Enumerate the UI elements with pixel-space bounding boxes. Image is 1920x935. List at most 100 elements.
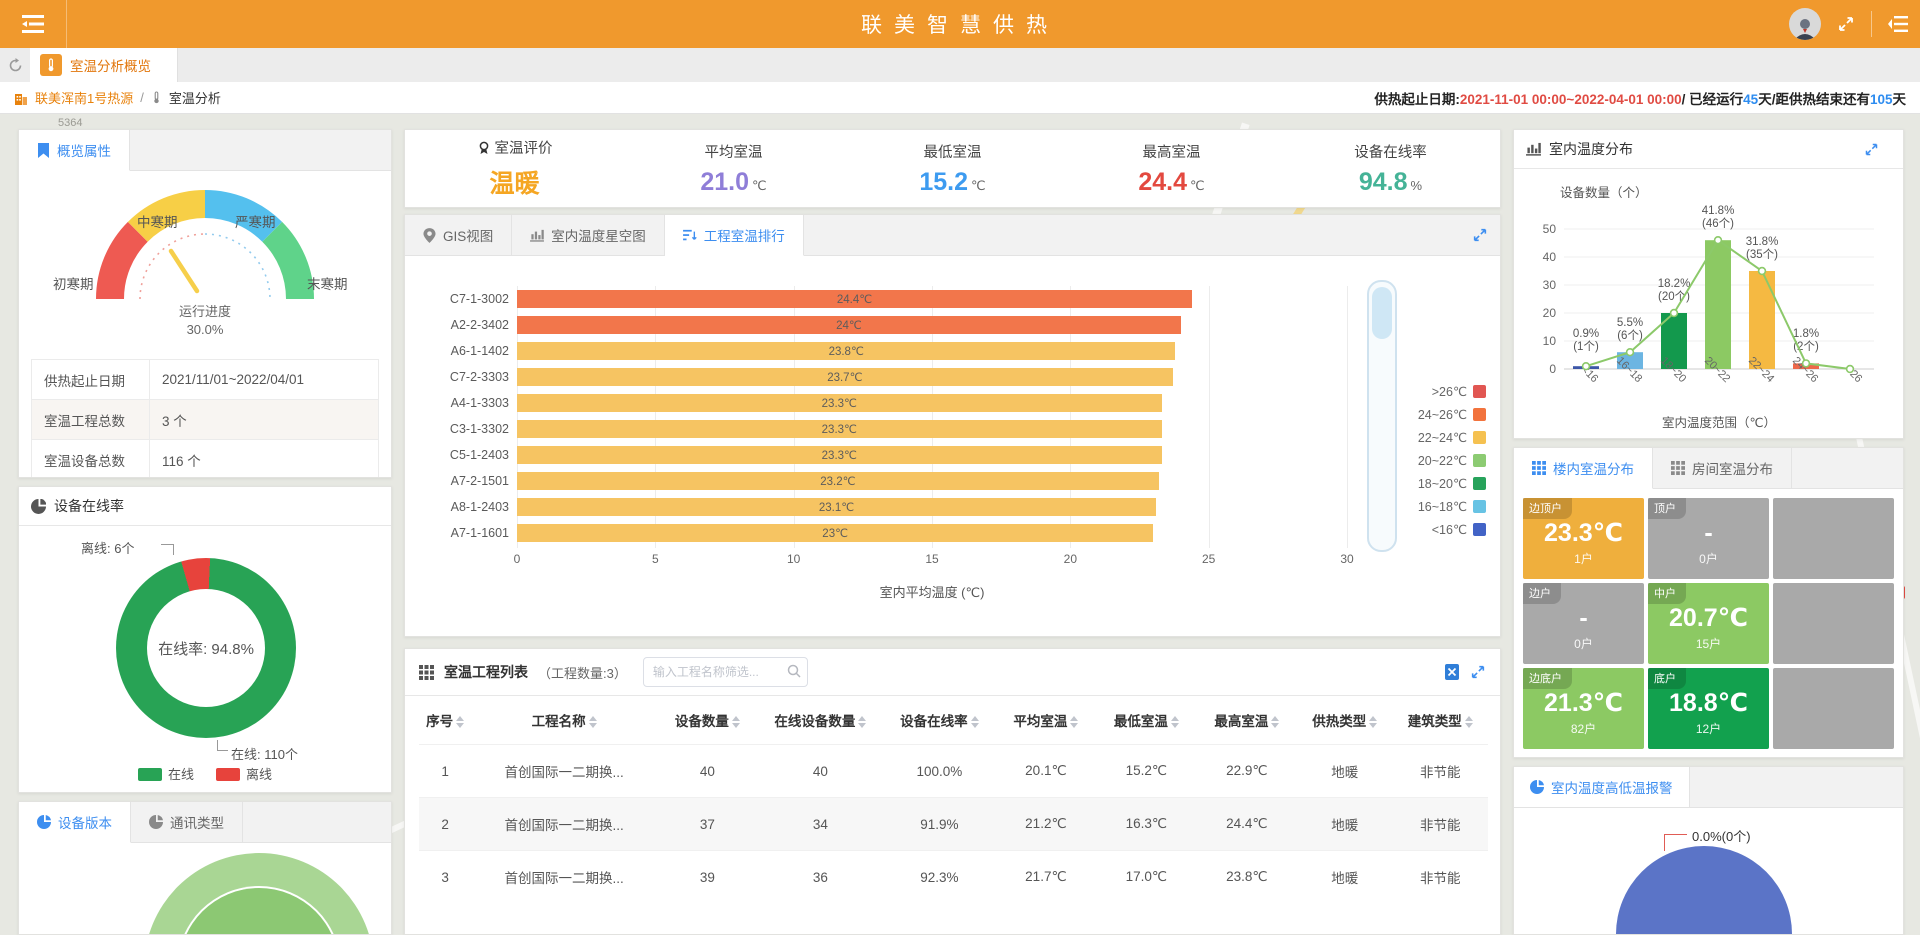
stats-bar: 室温评价温暖平均室温21.0℃最低室温15.2℃最高室温24.4℃设备在线率94… <box>404 129 1501 208</box>
column-header-设备在线率[interactable]: 设备在线率 <box>883 696 996 745</box>
excel-export-icon[interactable] <box>1444 664 1460 680</box>
refresh-button[interactable] <box>0 48 30 82</box>
gauge-center-text: 运行进度 30.0% <box>19 303 391 339</box>
column-header-工程名称[interactable]: 工程名称 <box>471 696 657 745</box>
temp-bar: 23.3℃ <box>517 420 1162 438</box>
column-header-供热类型[interactable]: 供热类型 <box>1297 696 1392 745</box>
column-header-平均室温[interactable]: 平均室温 <box>996 696 1096 745</box>
axis-tick: 0 <box>514 552 521 566</box>
cell-tag: 边底户 <box>1523 668 1572 689</box>
fullscreen-icon[interactable] <box>1837 15 1855 33</box>
cell-temperature: 23.3℃ <box>1544 518 1623 548</box>
sort-caret-icon[interactable] <box>1271 716 1279 728</box>
breadcrumb: 联美浑南1号热源 / 室温分析 供热起止日期:2021-11-01 00:00~… <box>0 82 1920 114</box>
cell-tag: 底户 <box>1648 668 1686 689</box>
sort-caret-icon[interactable] <box>456 716 464 728</box>
tab-label: 室内温度星空图 <box>551 225 646 245</box>
ranking-icon <box>683 229 697 242</box>
table-row: 1首创国际一二期换...4040100.0%20.1℃15.2℃22.9℃地暖非… <box>419 745 1488 798</box>
column-header-建筑类型[interactable]: 建筑类型 <box>1393 696 1489 745</box>
ranking-x-axis: 051015202530 <box>517 552 1347 568</box>
bar-category-label: A6-1-1402 <box>409 338 509 364</box>
stat-label: 室温评价 <box>405 137 624 158</box>
sort-caret-icon[interactable] <box>1171 716 1179 728</box>
sort-caret-icon[interactable] <box>858 716 866 728</box>
bar-category-label: C7-2-3303 <box>409 364 509 390</box>
heating-date-range: 2021-11-01 00:00~2022-04-01 00:00 <box>1460 92 1682 107</box>
column-header-最低室温[interactable]: 最低室温 <box>1096 696 1196 745</box>
bar-row: 23.1℃ <box>517 494 1347 520</box>
column-header-最高室温[interactable]: 最高室温 <box>1197 696 1297 745</box>
project-name-link[interactable]: 首创国际一二期换... <box>471 851 657 904</box>
pie-chart-icon <box>31 499 46 514</box>
expand-icon[interactable] <box>1470 664 1486 680</box>
building-temp-panel: 楼内室温分布 房间室温分布 边顶户23.3℃1户顶户-0户边户-0户中户20.7… <box>1513 447 1904 758</box>
table-cell: 非节能 <box>1393 798 1489 851</box>
tab-room-temp-overview[interactable]: 室温分析概览 <box>30 48 178 82</box>
sort-caret-icon[interactable] <box>971 716 979 728</box>
days-left: 105 <box>1870 92 1893 107</box>
column-header-序号[interactable]: 序号 <box>419 696 471 745</box>
tab-label: 通讯类型 <box>170 812 224 832</box>
svg-text:0.9%: 0.9% <box>1573 328 1599 340</box>
building-cell-empty <box>1773 668 1894 749</box>
sort-caret-icon[interactable] <box>1070 716 1078 728</box>
tab-device-version[interactable]: 设备版本 <box>19 802 131 843</box>
tab-room-distribution[interactable]: 房间室温分布 <box>1653 448 1792 488</box>
bar-category-label: C7-1-3002 <box>409 286 509 312</box>
svg-text:(35个): (35个) <box>1746 248 1778 261</box>
panel-toggle-icon[interactable] <box>1888 16 1908 32</box>
tab-comm-type[interactable]: 通讯类型 <box>131 802 243 842</box>
info-value: 2021/11/01~2022/04/01 <box>150 372 304 387</box>
cell-tag: 顶户 <box>1648 498 1686 519</box>
legend-item: 18~20℃ <box>1418 476 1486 491</box>
project-table-panel: 室温工程列表 （工程数量:3） 序号工程名称设备数量在线设备数量 <box>404 648 1501 935</box>
tab-building-distribution[interactable]: 楼内室温分布 <box>1514 448 1653 489</box>
tab-工程室温排行[interactable]: 工程室温排行 <box>665 215 804 256</box>
expand-button[interactable] <box>1864 142 1879 157</box>
device-version-panel: 设备版本 通讯类型 <box>18 801 392 935</box>
legend-label: 16~18℃ <box>1418 499 1467 514</box>
building-icon <box>14 91 28 105</box>
ranking-bar-chart: 24.4℃24℃23.8℃23.7℃23.3℃23.3℃23.3℃23.2℃23… <box>517 286 1347 548</box>
sort-caret-icon[interactable] <box>589 716 597 728</box>
app-header: 联美智慧供热 <box>0 0 1920 48</box>
stat-unit: % <box>1411 178 1423 193</box>
bar-category-label: A2-2-3402 <box>409 312 509 338</box>
project-name-link[interactable]: 首创国际一二期换... <box>471 745 657 798</box>
overview-info-row: 供热起止日期2021/11/01~2022/04/01 <box>32 360 378 400</box>
legend-item: 24~26℃ <box>1418 407 1486 422</box>
tab-室内温度星空图[interactable]: 室内温度星空图 <box>512 215 665 255</box>
search-icon[interactable] <box>787 664 801 678</box>
table-cell: 37 <box>657 798 757 851</box>
days-run: 45 <box>1743 92 1758 107</box>
tab-GIS视图[interactable]: GIS视图 <box>405 215 512 255</box>
building-cell-边底户: 边底户21.3℃82户 <box>1523 668 1644 749</box>
expand-button[interactable] <box>1472 215 1488 255</box>
overview-info-table: 供热起止日期2021/11/01~2022/04/01室温工程总数3 个室温设备… <box>31 359 379 478</box>
breadcrumb-source-link[interactable]: 联美浑南1号热源 <box>35 88 133 107</box>
header-divider <box>1871 11 1872 37</box>
bar-category-label: A7-2-1501 <box>409 468 509 494</box>
legend-item: 22~24℃ <box>1418 430 1486 445</box>
column-header-在线设备数量[interactable]: 在线设备数量 <box>758 696 884 745</box>
tab-temp-alarm[interactable]: 室内温度高低温报警 <box>1514 767 1690 807</box>
pie-chart-icon <box>37 815 51 829</box>
project-name-link[interactable]: 首创国际一二期换... <box>471 798 657 851</box>
tab-label: 设备版本 <box>58 812 112 832</box>
project-search-input[interactable] <box>643 657 808 687</box>
person-icon <box>1792 16 1818 40</box>
bar-category-label: A8-1-2403 <box>409 494 509 520</box>
sort-caret-icon[interactable] <box>732 716 740 728</box>
stat-value: 94.8% <box>1281 168 1500 197</box>
tab-overview-props[interactable]: 概览属性 <box>19 130 130 171</box>
user-avatar[interactable] <box>1789 8 1821 40</box>
column-header-设备数量[interactable]: 设备数量 <box>657 696 757 745</box>
temp-bar: 24.4℃ <box>517 290 1192 308</box>
cell-temperature: 18.8℃ <box>1669 688 1748 718</box>
svg-text:20: 20 <box>1543 306 1557 320</box>
sort-caret-icon[interactable] <box>1465 716 1473 728</box>
sort-caret-icon[interactable] <box>1369 716 1377 728</box>
table-cell: 91.9% <box>883 798 996 851</box>
stat-unit: ℃ <box>1190 178 1205 193</box>
